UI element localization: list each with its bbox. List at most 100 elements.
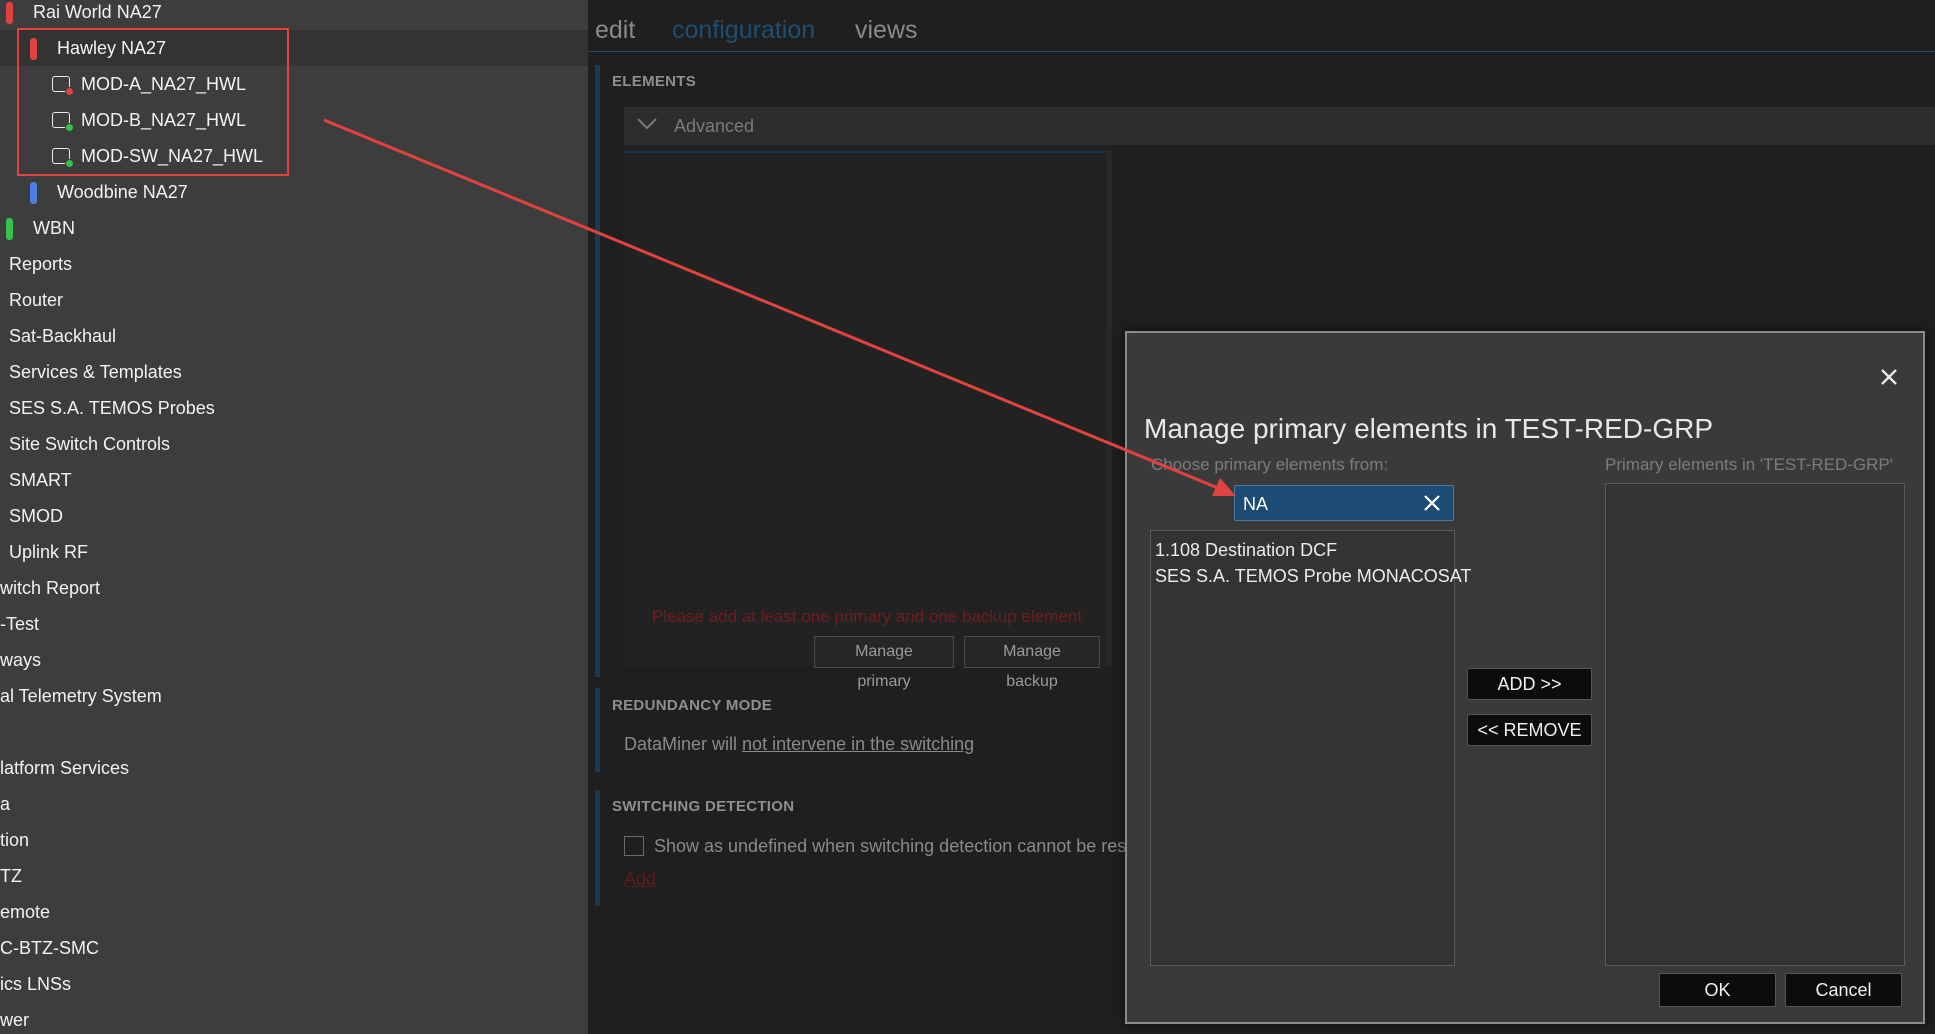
tree-item-label: MOD-SW_NA27_HWL: [81, 146, 264, 166]
redundancy-mode-link[interactable]: not intervene in the switching: [742, 734, 974, 754]
element-icon: [52, 112, 74, 132]
section-title-elements: ELEMENTS: [612, 73, 697, 90]
tree-item-a[interactable]: a: [0, 786, 588, 822]
dialog-title: Manage primary elements in TEST-RED-GRP: [1144, 413, 1713, 444]
tree-item-wbn[interactable]: WBN: [0, 210, 588, 246]
tree-item-mod-b[interactable]: MOD-B_NA27_HWL: [0, 102, 588, 138]
tree-item-label: al Telemetry System: [0, 686, 162, 706]
advanced-expander[interactable]: Advanced: [624, 107, 1935, 145]
redundancy-description: DataMiner will not intervene in the swit…: [624, 734, 974, 755]
section-title-redundancy: REDUNDANCY MODE: [612, 697, 773, 714]
search-input[interactable]: [1243, 492, 1413, 516]
tree-item-label: -Test: [0, 614, 40, 634]
tree-item-services-templates[interactable]: Services & Templates: [0, 354, 588, 390]
tree-item-test[interactable]: -Test: [0, 606, 588, 642]
tree-item-switch-report[interactable]: witch Report: [0, 570, 588, 606]
tree-item-label: tion: [0, 830, 30, 850]
close-icon[interactable]: [1877, 365, 1901, 389]
tab-views[interactable]: views: [855, 16, 918, 45]
status-pill-blue-icon: [30, 182, 37, 204]
tree-item-router[interactable]: Router: [0, 282, 588, 318]
tree-item-label: Reports: [9, 254, 73, 274]
tree-item-label: TZ: [0, 866, 22, 886]
redundancy-prefix: DataMiner will: [624, 734, 738, 754]
add-button[interactable]: ADD >>: [1467, 668, 1592, 700]
tree-item-mod-a[interactable]: MOD-A_NA27_HWL: [0, 66, 588, 102]
list-item[interactable]: 1.108 Destination DCF: [1155, 537, 1450, 563]
cancel-button[interactable]: Cancel: [1785, 973, 1902, 1007]
status-pill-red-icon: [30, 38, 37, 60]
tree-item-blank[interactable]: [0, 714, 588, 750]
tree-item-temos-probes[interactable]: SES S.A. TEMOS Probes: [0, 390, 588, 426]
tree-item-label: Sat-Backhaul: [9, 326, 117, 346]
chevron-down-icon: [637, 118, 657, 130]
advanced-label: Advanced: [674, 116, 755, 136]
tree-item-remote[interactable]: emote: [0, 894, 588, 930]
tab-edit[interactable]: edit: [595, 16, 635, 45]
ok-button[interactable]: OK: [1659, 973, 1776, 1007]
tree-item-label: WBN: [33, 218, 75, 238]
tree-item-tion[interactable]: tion: [0, 822, 588, 858]
elements-panel: [624, 151, 1112, 666]
status-pill-green-icon: [6, 218, 13, 240]
tree-item-label: ics LNSs: [0, 974, 72, 994]
tree-item-smod[interactable]: SMOD: [0, 498, 588, 534]
tree-item-label: Site Switch Controls: [9, 434, 171, 454]
manage-primary-button[interactable]: Manage primary: [814, 636, 954, 690]
tree-item-reports[interactable]: Reports: [0, 246, 588, 282]
tree-item-label: SMART: [9, 470, 72, 490]
element-icon: [52, 76, 74, 96]
tree-item-label: a: [0, 794, 11, 814]
tree-item-smart[interactable]: SMART: [0, 462, 588, 498]
tree-item-btz-smc[interactable]: C-BTZ-SMC: [0, 930, 588, 966]
section-accent-bar: [595, 688, 600, 772]
tree-item-lnss[interactable]: ics LNSs: [0, 966, 588, 1002]
tree-item-telemetry-system[interactable]: al Telemetry System: [0, 678, 588, 714]
tree-item-label: Woodbine NA27: [57, 182, 188, 202]
add-link[interactable]: Add: [624, 869, 656, 890]
validation-warning: Please add at least one primary and one …: [652, 607, 1082, 626]
undefined-checkbox-label: Show as undefined when switching detecti…: [654, 836, 1127, 856]
tab-configuration[interactable]: configuration: [672, 16, 815, 45]
tree-item-label: Hawley NA27: [57, 38, 167, 58]
available-elements-list: 1.108 Destination DCF SES S.A. TEMOS Pro…: [1150, 530, 1471, 966]
tree-item-label: MOD-B_NA27_HWL: [81, 110, 247, 130]
tree-item-label: latform Services: [0, 758, 130, 778]
tree-item-label: MOD-A_NA27_HWL: [81, 74, 247, 94]
tree-item-label: wer: [0, 1010, 30, 1030]
clear-search-icon[interactable]: [1423, 494, 1441, 512]
status-pill-red-icon: [6, 2, 13, 24]
section-accent-bar: [595, 790, 600, 906]
tree-item-hawley[interactable]: Hawley NA27: [0, 30, 588, 66]
tree-item-label: SES S.A. TEMOS Probes: [9, 398, 215, 418]
tree-item-label: witch Report: [0, 578, 101, 598]
tree-item-ways[interactable]: ways: [0, 642, 588, 678]
tab-bar: edit configuration views: [588, 0, 1935, 52]
tree-item-label: emote: [0, 902, 51, 922]
manage-backup-button[interactable]: Manage backup: [964, 636, 1100, 690]
tree-item-label: Uplink RF: [9, 542, 89, 562]
tree-item-sat-backhaul[interactable]: Sat-Backhaul: [0, 318, 588, 354]
tree-item-site-switch-controls[interactable]: Site Switch Controls: [0, 426, 588, 462]
tree-item-platform-services[interactable]: latform Services: [0, 750, 588, 786]
tree-item-label: C-BTZ-SMC: [0, 938, 99, 958]
tree-item-mod-sw[interactable]: MOD-SW_NA27_HWL: [0, 138, 588, 174]
status-dot-red-icon: [65, 87, 74, 96]
search-field: [1234, 485, 1454, 521]
section-title-switching: SWITCHING DETECTION: [612, 798, 795, 815]
tree-item-label: ways: [0, 650, 42, 670]
undefined-checkbox[interactable]: [624, 836, 644, 856]
tree-item-label: Services & Templates: [9, 362, 182, 382]
remove-button[interactable]: << REMOVE: [1467, 714, 1592, 746]
tree-item-wer[interactable]: wer: [0, 1002, 588, 1034]
tree-item-label: SMOD: [9, 506, 63, 526]
tree-item-woodbine[interactable]: Woodbine NA27: [0, 174, 588, 210]
tree-item-uplink-rf[interactable]: Uplink RF: [0, 534, 588, 570]
section-accent-bar: [595, 65, 600, 677]
manage-primary-dialog: Manage primary elements in TEST-RED-GRP …: [1125, 331, 1925, 1024]
list-item[interactable]: SES S.A. TEMOS Probe MONACOSAT: [1155, 563, 1471, 589]
tree-item-label: Router: [9, 290, 64, 310]
tree-item-tz[interactable]: TZ: [0, 858, 588, 894]
tree-item-rai-world[interactable]: Rai World NA27: [0, 0, 588, 30]
element-tree-panel: Rai World NA27 Hawley NA27 MOD-A_NA27_HW…: [0, 0, 588, 1034]
